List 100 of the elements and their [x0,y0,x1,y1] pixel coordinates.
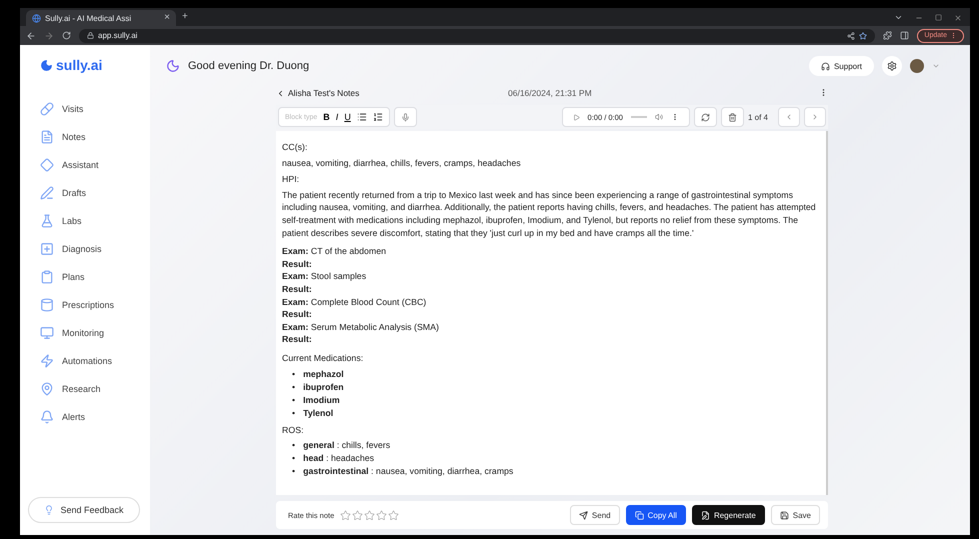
settings-button[interactable] [882,56,902,76]
reload-icon[interactable] [62,31,71,40]
send-icon [578,510,588,520]
trash-icon [728,112,737,122]
avatar[interactable] [910,59,924,73]
bullet-item: mephazol [303,368,344,380]
section-heading: CC(s): [282,141,308,154]
star-icon[interactable] [388,510,400,520]
delete-button[interactable] [720,107,744,127]
sidebar-item[interactable]: Alerts [40,403,142,431]
section-heading: Current Medications: [282,352,364,364]
tab-close[interactable]: × [164,13,170,23]
bullet-item: Tylenol [303,406,334,420]
back-link[interactable]: Alisha Test's Notes [276,88,508,98]
sidebar-item[interactable]: Automations [40,347,142,375]
chevron-down-icon[interactable] [894,13,903,22]
lightning-icon [40,354,54,368]
exam-line: Result: [282,308,313,321]
bullet-item: head : headaches [303,452,374,466]
exam-line: Result: [282,282,313,296]
section-text: nausea, vomiting, diarrhea, chills, fevers, cramps, headaches [282,156,522,170]
volume-icon[interactable] [654,113,663,121]
sidebar-item[interactable]: Labs [40,207,142,235]
chevron-left-icon [785,113,793,121]
star-icon[interactable] [376,510,388,520]
lock-icon [87,32,94,39]
star-icon[interactable] [364,510,376,520]
play-icon[interactable] [572,114,580,120]
microphone-icon [400,112,410,122]
star-icon[interactable] [352,510,364,520]
cylinder-icon [40,298,54,312]
close-icon[interactable] [954,14,962,22]
sidebar-item[interactable]: Visits [40,95,142,123]
sidebar-item[interactable]: Prescriptions [40,291,142,319]
star-icon[interactable] [340,510,352,520]
support-button[interactable]: Support [808,56,874,76]
action-button[interactable]: Save [770,505,820,525]
maximize-icon[interactable] [935,14,942,21]
format-button[interactable]: U [344,112,351,122]
note-timestamp: 06/16/2024, 21:31 PM [508,88,592,98]
exam-line: Exam: Complete Blood Count (CBC) [282,296,428,308]
copy-icon [634,510,644,520]
action-button[interactable]: Regenerate [692,505,765,525]
mic-button[interactable] [394,107,417,127]
lightbulb-icon [44,505,54,515]
back-icon[interactable] [26,30,36,40]
moon-icon [166,59,180,73]
sidebar-item[interactable]: Notes [40,123,142,151]
exam-line: Exam: Serum Metabolic Analysis (SMA) [282,320,440,334]
sidebar-item[interactable]: Research [40,375,142,403]
exam-line: Exam: Stool samples [282,270,368,283]
format-button[interactable]: B [323,112,330,122]
section-heading: ROS: [282,424,305,436]
chevron-right-icon [811,113,819,121]
pin-icon [40,382,54,396]
browser-tab[interactable]: Sully.ai - AI Medical Assi × [26,10,176,26]
sidebar-item[interactable]: Assistant [40,151,142,179]
headphones-icon [820,62,830,70]
new-tab-button[interactable]: + [182,12,188,22]
bullet-marker: • [292,439,296,452]
globe-icon [32,14,41,22]
monitor-icon [40,326,54,340]
bell-icon [40,410,54,424]
address-bar[interactable]: app.sully.ai [79,28,876,42]
bullet-item: Imodium [303,394,340,406]
action-button[interactable]: Send [570,505,620,525]
refresh-button[interactable] [694,107,717,127]
bullet-marker: • [292,452,296,466]
capsule-icon [40,102,54,116]
section-text: The patient recently returned from a trip to Mexico last week and has since been experiencing a range of gastrointestinal symptoms including nausea, vomiting, and diarrhea. Additionally, the patient reports having chills, fevers, and headaches. The patient has attempted self-treatment with medications including mephazol, ibuprofen, Imodium, and Tylenol, but reports no relief from these symptoms. The patient describes severe discomfort, stating that they 'just curl up in my bed and have cramps all the time.' [282,188,817,240]
refresh-icon [700,112,710,122]
numbered-list-icon[interactable] [372,112,383,122]
bullet-marker: • [292,368,296,380]
settings-icon [887,61,897,71]
bullet-marker: • [292,394,296,406]
diamond-icon [40,158,54,172]
puzzle-icon[interactable] [883,31,892,40]
bullet-item: gastrointestinal : nausea, vomiting, diarrhea, cramps [303,465,514,478]
logo: sully.ai [40,57,142,73]
bullet-item: ibuprofen [303,380,344,394]
chevron-left-icon [276,88,285,98]
note-editor[interactable] [276,131,828,495]
sidebar-item[interactable]: Diagnosis [40,235,142,263]
sidebar-item[interactable]: Monitoring [40,319,142,347]
bullet-marker: • [292,406,296,420]
bullet-marker: • [292,465,296,478]
format-button[interactable]: I [336,112,338,122]
bookmark-star-icon[interactable] [859,32,868,40]
bullet-item: general : chills, fevers [303,439,390,452]
sidebar-item[interactable]: Plans [40,263,142,291]
flask-icon [40,214,54,228]
document-icon [40,130,54,144]
sidebar-item[interactable]: Drafts [40,179,142,207]
greeting-title: Good evening Dr. Duong [188,60,310,72]
send-feedback-button[interactable]: Send Feedback [28,497,140,523]
side-panel-icon[interactable] [900,31,910,40]
edit-document-icon [700,510,710,520]
action-button[interactable]: Copy All [626,505,686,525]
forward-icon[interactable] [44,30,54,40]
share-icon[interactable] [847,32,856,40]
